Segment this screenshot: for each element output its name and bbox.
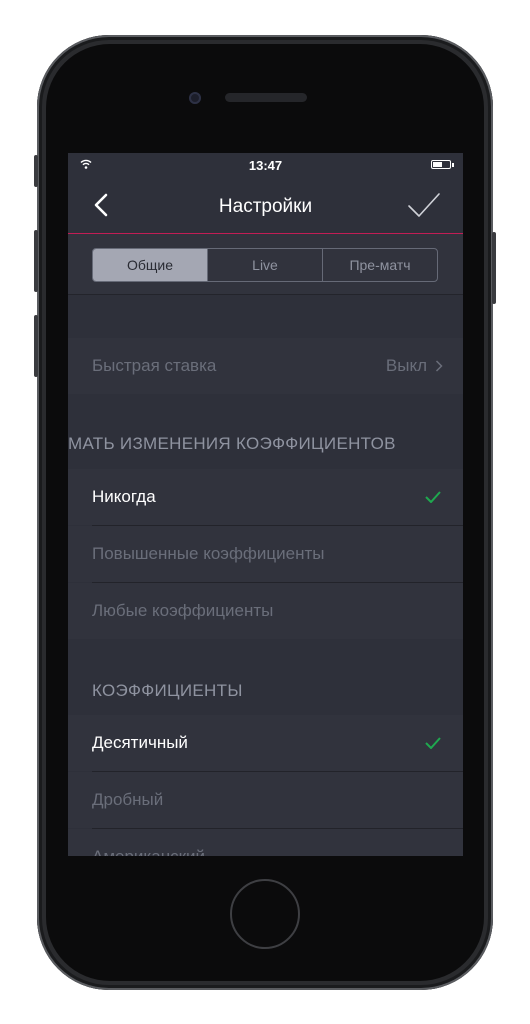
side-button (34, 155, 38, 187)
nav-bar: Настройки (68, 177, 463, 234)
tab-general[interactable]: Общие (93, 249, 207, 281)
page-title: Настройки (218, 196, 313, 217)
odds-format-option[interactable]: Десятичный (68, 715, 463, 771)
app-screen: 13:47 Настройки Общие Live Пре-матч Быст… (68, 153, 463, 856)
odds-change-option[interactable]: Любые коэффициенты (68, 583, 463, 639)
option-label: Десятичный (92, 733, 188, 752)
section-header: МАТЬ ИЗМЕНЕНИЯ КОЭФФИЦИЕНТОВ (68, 434, 396, 453)
option-label: Повышенные коэффициенты (92, 544, 325, 563)
tab-prematch[interactable]: Пре-матч (322, 249, 437, 281)
status-bar: 13:47 (68, 153, 463, 177)
camera-icon (189, 92, 201, 104)
home-button[interactable] (230, 879, 300, 949)
quick-bet-row[interactable]: Быстрая ставка Выкл (68, 338, 463, 394)
option-label: Никогда (92, 487, 156, 506)
status-time: 13:47 (248, 158, 283, 173)
checkmark-done-icon[interactable] (407, 191, 441, 219)
quick-bet-value: Выкл (385, 356, 427, 375)
section-spacer (68, 295, 463, 338)
volume-up-button (34, 230, 38, 292)
volume-down-button (34, 315, 38, 377)
odds-change-option[interactable]: Никогда (68, 469, 463, 525)
odds-format-option[interactable]: Дробный (68, 772, 463, 828)
chevron-right-icon (435, 360, 443, 372)
checkmark-icon (425, 491, 441, 503)
segmented-control: Общие Live Пре-матч (92, 248, 438, 282)
option-label: Любые коэффициенты (92, 601, 274, 620)
speaker-grille (225, 93, 307, 102)
odds-format-option[interactable]: Американский (68, 829, 463, 856)
power-button (492, 232, 496, 304)
checkmark-icon (425, 737, 441, 749)
tab-bar-container: Общие Live Пре-матч (68, 234, 463, 295)
option-label: Дробный (92, 790, 164, 809)
odds-change-option[interactable]: Повышенные коэффициенты (68, 526, 463, 582)
quick-bet-label: Быстрая ставка (92, 356, 217, 375)
section-header: КОЭФФИЦИЕНТЫ (92, 681, 243, 700)
tab-live[interactable]: Live (207, 249, 322, 281)
option-label: Американский (92, 847, 205, 856)
battery-icon (431, 160, 454, 169)
